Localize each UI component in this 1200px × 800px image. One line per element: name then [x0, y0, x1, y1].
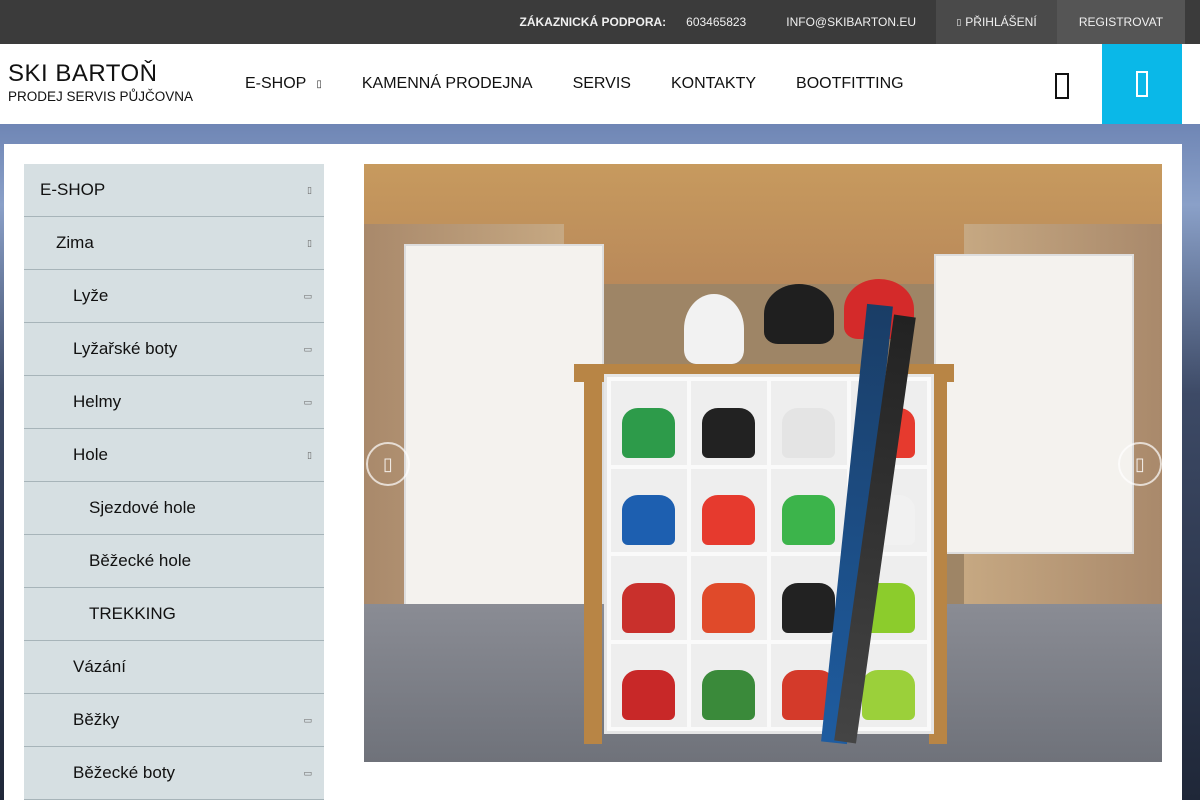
logo-title[interactable]: SKI BARTOŇ: [8, 60, 158, 88]
sidebar-item-label: Zima: [56, 233, 94, 252]
register-button[interactable]: REGISTROVAT: [1057, 0, 1185, 44]
sidebar-item-label: Helmy: [73, 392, 122, 411]
arrow-right-icon: ▯: [1135, 453, 1145, 474]
arrow-left-icon: ▯: [383, 453, 393, 474]
main-nav: E-SHOP ▯ KAMENNÁ PRODEJNA SERVIS KONTAKT…: [245, 44, 944, 124]
sidebar-item-bezecke-boty[interactable]: Běžecké boty ▭: [24, 747, 324, 800]
category-sidebar: E-SHOP ▯ Zima ▯ Lyže ▭ Lyžařské boty ▭ H…: [24, 164, 324, 800]
sidebar-item-trekking[interactable]: TREKKING: [24, 588, 324, 641]
sidebar-item-label: Hole: [73, 445, 108, 464]
site-header: SKI BARTOŇ PRODEJ SERVIS PŮJČOVNA E-SHOP…: [0, 44, 1200, 124]
nav-item-label: KONTAKTY: [670, 75, 757, 92]
slider-prev-button[interactable]: ▯: [366, 442, 410, 486]
sidebar-item-lyze[interactable]: Lyže ▭: [24, 270, 324, 323]
nav-item-label: BOOTFITTING: [796, 75, 904, 92]
cart-button[interactable]: [1102, 44, 1182, 124]
nav-item-eshop[interactable]: E-SHOP ▯: [245, 75, 322, 93]
nav-item-bootfitting[interactable]: BOOTFITTING: [796, 75, 904, 93]
collapse-icon[interactable]: ▭: [303, 291, 312, 302]
logo-subtitle: PRODEJ SERVIS PŮJČOVNA: [8, 89, 194, 104]
sidebar-item-zima[interactable]: Zima ▯: [24, 217, 324, 270]
sidebar-item-label: Vázání: [73, 657, 126, 676]
sidebar-item-hole[interactable]: Hole ▯: [24, 429, 324, 482]
cart-icon: [1136, 71, 1148, 97]
sidebar-item-label: Sjezdové hole: [89, 498, 196, 517]
sidebar-item-eshop[interactable]: E-SHOP ▯: [24, 164, 324, 217]
expand-icon[interactable]: ▯: [307, 185, 312, 196]
sidebar-item-label: Lyžařské boty: [73, 339, 178, 358]
sidebar-item-helmy[interactable]: Helmy ▭: [24, 376, 324, 429]
nav-item-label: SERVIS: [572, 75, 631, 92]
sidebar-item-label: TREKKING: [89, 604, 176, 623]
search-button[interactable]: [1040, 64, 1084, 108]
dropdown-icon: ▯: [316, 78, 322, 90]
collapse-icon[interactable]: ▭: [303, 397, 312, 408]
login-label: PŘIHLÁŠENÍ: [965, 15, 1037, 29]
sidebar-item-label: Lyže: [73, 286, 109, 305]
nav-item-label: E-SHOP: [245, 75, 307, 92]
nav-item-kamenna-prodejna[interactable]: KAMENNÁ PRODEJNA: [362, 75, 533, 93]
sidebar-item-sjezdove-hole[interactable]: Sjezdové hole: [24, 482, 324, 535]
sidebar-item-label: Běžecké hole: [89, 551, 192, 570]
slider-image-shelf: [934, 254, 1134, 554]
hero-slider[interactable]: [364, 164, 1162, 762]
collapse-icon[interactable]: ▭: [303, 768, 312, 779]
slider-image-shelf: [404, 244, 604, 624]
sidebar-item-bezecke-hole[interactable]: Běžecké hole: [24, 535, 324, 588]
search-icon: [1055, 73, 1069, 99]
sidebar-item-lyzarske-boty[interactable]: Lyžařské boty ▭: [24, 323, 324, 376]
nav-item-label: KAMENNÁ PRODEJNA: [361, 75, 533, 92]
support-label: ZÁKAZNICKÁ PODPORA:: [519, 15, 667, 29]
slider-next-button[interactable]: ▯: [1118, 442, 1162, 486]
nav-item-servis[interactable]: SERVIS: [573, 75, 631, 93]
slider-image-helmet: [764, 284, 834, 344]
collapse-icon[interactable]: ▭: [303, 715, 312, 726]
sidebar-item-label: Běžecké boty: [73, 763, 176, 782]
expand-icon[interactable]: ▯: [307, 238, 312, 249]
sidebar-item-label: E-SHOP: [40, 180, 106, 199]
login-button[interactable]: ▯ PŘIHLÁŠENÍ: [936, 0, 1057, 44]
top-bar: ZÁKAZNICKÁ PODPORA: 603465823 INFO@SKIBA…: [0, 0, 1200, 44]
user-icon: ▯: [956, 16, 962, 27]
register-label: REGISTROVAT: [1078, 15, 1164, 29]
sidebar-item-bezky[interactable]: Běžky ▭: [24, 694, 324, 747]
slider-image-rack: [584, 364, 602, 744]
nav-item-kontakty[interactable]: KONTAKTY: [671, 75, 756, 93]
support-email-link[interactable]: INFO@SKIBARTON.EU: [786, 15, 916, 29]
slider-image-helmet: [684, 294, 744, 364]
collapse-icon[interactable]: ▭: [303, 344, 312, 355]
support-phone-link[interactable]: 603465823: [686, 15, 746, 29]
sidebar-item-vazani[interactable]: Vázání: [24, 641, 324, 694]
sidebar-item-label: Běžky: [73, 710, 120, 729]
expand-icon[interactable]: ▯: [307, 450, 312, 461]
